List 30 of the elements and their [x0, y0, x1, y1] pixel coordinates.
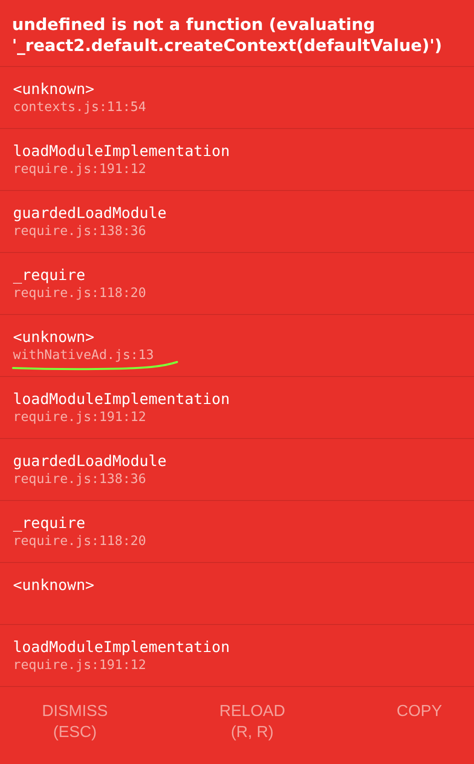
stack-frame[interactable]: _require require.js:118:20	[0, 500, 474, 562]
file-location: require.js:138:36	[13, 223, 146, 241]
error-message: undefined is not a function (evaluating '_react2.default.createContext(defaultValue)')	[11, 14, 444, 57]
file-location: contexts.js:11:54	[13, 99, 146, 117]
file-location: require.js:191:12	[13, 409, 146, 427]
method-name: guardedLoadModule	[13, 203, 167, 223]
stack-frame[interactable]: <unknown>	[0, 562, 474, 624]
method-name: guardedLoadModule	[13, 451, 167, 471]
stack-frame[interactable]: loadModuleImplementation require.js:191:12	[0, 376, 474, 438]
file-location: require.js:118:20	[13, 533, 146, 551]
file-location: require.js:138:36	[13, 471, 146, 489]
method-name: loadModuleImplementation	[13, 141, 230, 161]
stack-frame[interactable]: guardedLoadModule require.js:138:36	[0, 190, 474, 252]
method-name: _require	[13, 513, 86, 533]
stack-frame[interactable]: loadModuleImplementation require.js:191:12	[0, 128, 474, 190]
file-location: withNativeAd.js:13	[13, 347, 154, 365]
method-name: <unknown>	[13, 327, 94, 347]
stack-frame[interactable]: <unknown> contexts.js:11:54	[0, 66, 474, 128]
method-name: _require	[13, 265, 86, 285]
file-location: require.js:191:12	[13, 161, 146, 179]
method-name: <unknown>	[13, 575, 94, 595]
file-location: require.js:118:20	[13, 285, 146, 303]
method-name: <unknown>	[13, 79, 94, 99]
stack-frame[interactable]: guardedLoadModule require.js:138:36	[0, 438, 474, 500]
file-location: require.js:191:12	[13, 657, 146, 675]
method-name: loadModuleImplementation	[13, 637, 230, 657]
stack-frame[interactable]: loadModuleImplementation require.js:191:12	[0, 624, 474, 686]
stack-frame[interactable]: _require require.js:118:20	[0, 252, 474, 314]
method-name: loadModuleImplementation	[13, 389, 230, 409]
stack-frame[interactable]: <unknown> withNativeAd.js:13	[0, 314, 474, 376]
